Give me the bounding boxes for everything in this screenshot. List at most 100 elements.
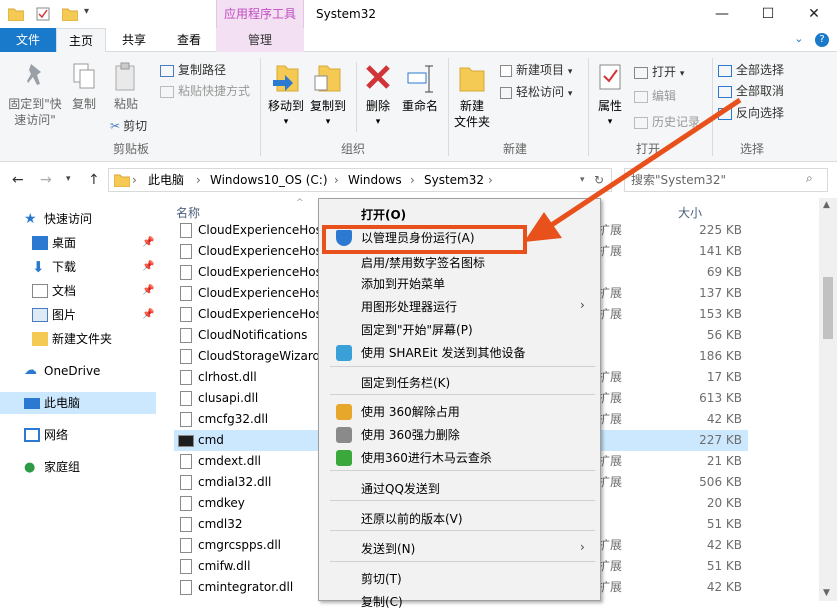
tab-share[interactable]: 共享 xyxy=(106,28,162,52)
column-header-name[interactable]: 名称 xyxy=(176,204,200,221)
context-menu-item[interactable]: 使用 360解除占用 xyxy=(361,401,460,423)
breadcrumb-separator-icon[interactable]: › xyxy=(410,168,415,192)
tab-manage[interactable]: 管理 xyxy=(216,28,304,52)
context-menu-item[interactable]: 复制(C) xyxy=(361,591,403,613)
breadcrumb-separator-icon[interactable]: › xyxy=(488,168,493,192)
context-menu-item[interactable]: 还原以前的版本(V) xyxy=(361,508,463,530)
file-icon xyxy=(180,496,192,511)
breadcrumb-drive-c[interactable]: Windows10_OS (C:) xyxy=(210,168,328,192)
maximize-button[interactable]: ☐ xyxy=(745,0,791,28)
file-name: cmcfg32.dll xyxy=(198,412,269,426)
tab-view[interactable]: 查看 xyxy=(162,28,216,52)
move-to-icon xyxy=(273,65,299,92)
help-icon[interactable]: ? xyxy=(815,33,829,47)
rename-icon xyxy=(407,65,433,93)
rename-button[interactable]: 重命名 xyxy=(398,62,442,114)
context-menu-item[interactable]: 固定到任务栏(K) xyxy=(361,372,450,394)
breadcrumb-separator-icon[interactable]: › xyxy=(334,168,339,192)
menu-separator xyxy=(330,530,595,531)
paste-shortcut-icon xyxy=(160,85,174,98)
context-menu-item[interactable]: 使用360进行木马云查杀 xyxy=(361,447,492,469)
delete-button[interactable]: 删除 ▾ xyxy=(360,62,396,130)
breadcrumb-windows[interactable]: Windows xyxy=(348,168,402,192)
nav-item-onedrive[interactable]: ☁ OneDrive xyxy=(0,360,156,382)
breadcrumb-system32[interactable]: System32 xyxy=(424,168,484,192)
nav-item-downloads[interactable]: ⬇ 下载 📌 xyxy=(0,256,156,278)
select-all-icon xyxy=(718,64,732,77)
context-menu-item[interactable]: 打开(O) xyxy=(361,204,406,226)
scan-360-icon xyxy=(336,450,352,466)
copy-path-button[interactable]: 复制路径 xyxy=(160,60,226,80)
properties-icon[interactable] xyxy=(36,7,52,21)
nav-item-homegroup[interactable]: ● 家庭组 xyxy=(0,456,156,478)
breadcrumb-separator-icon[interactable]: › xyxy=(196,168,201,192)
nav-item-this-pc[interactable]: 此电脑 xyxy=(0,392,156,414)
close-button[interactable]: ✕ xyxy=(791,0,837,28)
context-menu-item[interactable]: 固定到"开始"屏幕(P) xyxy=(361,319,473,341)
scrollbar-thumb[interactable] xyxy=(823,277,833,339)
cut-button[interactable]: ✂ 剪切 xyxy=(110,116,147,136)
copy-icon xyxy=(73,63,95,89)
nav-item-new-folder[interactable]: 新建文件夹 xyxy=(0,328,156,350)
new-folder-icon[interactable] xyxy=(61,7,79,22)
nav-item-pictures[interactable]: 图片 📌 xyxy=(0,304,156,326)
context-menu-item[interactable]: 发送到(N) xyxy=(361,538,415,560)
nav-item-documents[interactable]: 文档 📌 xyxy=(0,280,156,302)
file-name: cmgrcspps.dll xyxy=(198,538,282,552)
tab-home[interactable]: 主页 xyxy=(56,28,106,53)
file-size: 42 KB xyxy=(706,412,742,426)
menu-separator xyxy=(330,394,595,395)
copy-button[interactable]: 复制 xyxy=(66,62,102,112)
new-folder-icon xyxy=(459,67,485,92)
minimize-button[interactable]: — xyxy=(699,0,745,28)
file-name: cmdkey xyxy=(198,496,245,510)
network-icon xyxy=(24,428,40,442)
recent-locations-chevron-icon[interactable]: ▾ xyxy=(66,174,71,184)
file-type: 扩展 xyxy=(598,559,623,573)
vertical-scrollbar[interactable] xyxy=(819,198,837,601)
collapse-ribbon-icon[interactable]: ⌄ xyxy=(794,32,803,45)
ribbon-controls: ⌄ ? xyxy=(794,32,829,47)
back-arrow-icon[interactable]: ← xyxy=(12,172,24,188)
paste-button[interactable]: 粘贴 xyxy=(106,62,146,112)
file-size: 51 KB xyxy=(706,559,742,573)
paste-shortcut-button[interactable]: 粘贴快捷方式 xyxy=(160,81,250,101)
breadcrumb-this-pc[interactable]: 此电脑 xyxy=(148,168,184,192)
copy-path-icon xyxy=(160,64,174,77)
select-all-button[interactable]: 全部选择 xyxy=(718,60,784,80)
nav-item-network[interactable]: 网络 xyxy=(0,424,156,446)
open-button[interactable]: 打开 ▾ xyxy=(634,62,684,82)
context-menu-item[interactable]: 通过QQ发送到 xyxy=(361,478,440,500)
customize-qa-chevron-icon[interactable]: ▾ xyxy=(84,6,89,17)
new-folder-button[interactable]: 新建 文件夹 xyxy=(450,62,494,130)
breadcrumb-separator-icon[interactable]: › xyxy=(132,168,137,192)
file-size: 506 KB xyxy=(699,475,742,489)
folder-icon[interactable] xyxy=(7,7,25,22)
pin-quick-access-button[interactable]: 固定到"快 速访问" xyxy=(4,62,66,128)
file-size: 56 KB xyxy=(706,328,742,342)
context-menu-item[interactable]: 用图形处理器运行 xyxy=(361,296,457,318)
context-menu-item[interactable]: 使用 360强力删除 xyxy=(361,424,460,446)
pinned-icon: 📌 xyxy=(142,309,155,320)
file-name: cmd xyxy=(198,433,224,447)
tab-file[interactable]: 文件 xyxy=(0,28,56,52)
context-menu-item[interactable]: 剪切(T) xyxy=(361,568,402,590)
nav-item-quick-access[interactable]: ★ 快速访问 xyxy=(0,208,156,230)
menu-separator xyxy=(330,500,595,501)
file-type: 扩展 xyxy=(598,370,623,384)
context-menu-item[interactable]: 添加到开始菜单 xyxy=(361,273,445,295)
file-name: CloudStorageWizard xyxy=(198,349,321,363)
scroll-up-arrow-icon[interactable]: ▲ xyxy=(823,200,830,210)
file-name: cmifw.dll xyxy=(198,559,251,573)
up-arrow-icon[interactable]: ↑ xyxy=(88,172,100,188)
context-menu-item[interactable]: 启用/禁用数字签名图标 xyxy=(361,252,485,274)
move-to-button[interactable]: 移动到 ▾ xyxy=(264,62,308,130)
forward-arrow-icon[interactable]: → xyxy=(40,172,52,188)
nav-item-desktop[interactable]: 桌面 📌 xyxy=(0,232,156,254)
new-item-button[interactable]: 新建项目 ▾ xyxy=(500,60,572,80)
scroll-down-arrow-icon[interactable]: ▼ xyxy=(823,588,830,598)
file-name: cmdial32.dll xyxy=(198,475,272,489)
context-menu-item[interactable]: 使用 SHAREit 发送到其他设备 xyxy=(361,342,525,364)
copy-to-button[interactable]: 复制到 ▾ xyxy=(306,62,350,130)
submenu-chevron-icon: › xyxy=(580,298,585,312)
